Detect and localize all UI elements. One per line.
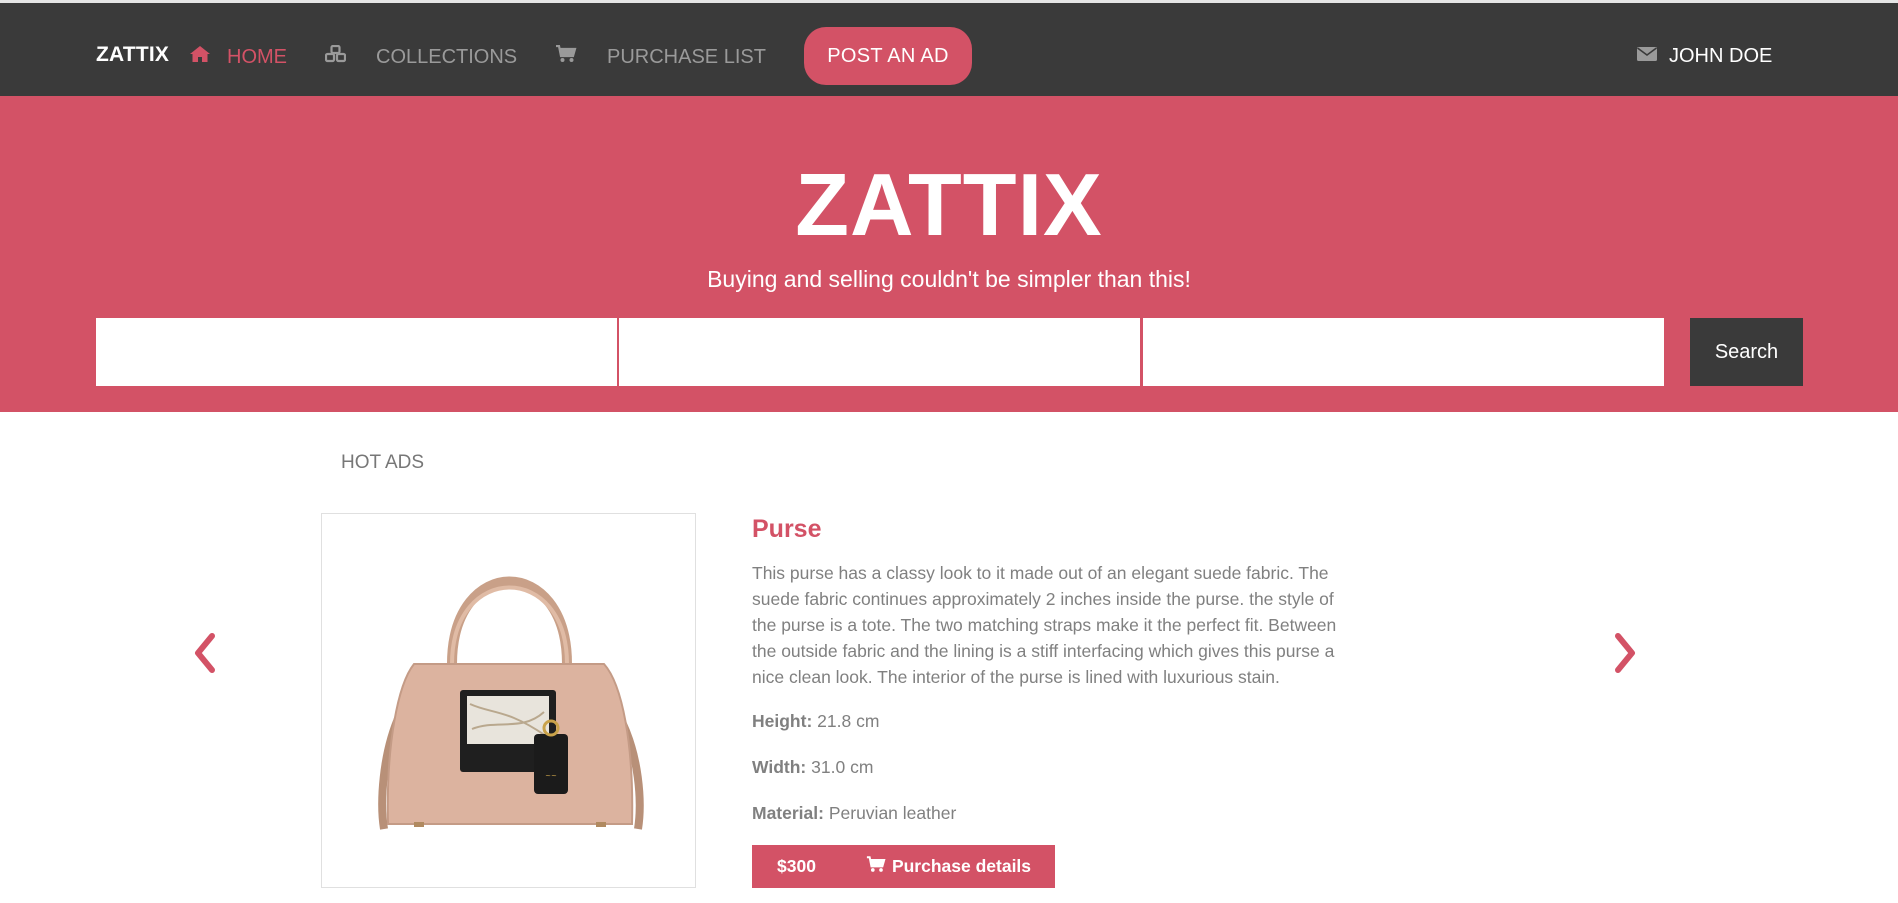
search-field-3[interactable] [1143,318,1664,386]
search-field-1[interactable] [96,318,617,386]
cart-icon [866,855,886,878]
spec-label: Width: [752,757,807,777]
purchase-details-button[interactable]: Purchase details [866,855,1032,878]
nav-item-purchase-list[interactable]: PURCHASE LIST [555,44,766,69]
purse-image: ~~ [378,576,644,830]
search-field-2[interactable] [619,318,1140,386]
product-image[interactable]: ~~ [321,513,696,888]
carousel-prev-arrow[interactable] [190,632,220,674]
spec-value: 31.0 cm [811,757,874,777]
nav-item-home[interactable]: HOME [189,45,287,69]
spec-height: Height: 21.8 cm [752,711,879,732]
cubes-icon [324,44,347,69]
nav-item-label: HOME [227,45,287,68]
spec-label: Height: [752,711,813,731]
svg-text:~~: ~~ [545,772,557,780]
section-title-hot-ads: HOT ADS [341,452,425,473]
user-name: JOHN DOE [1669,45,1773,67]
brand-logo[interactable]: ZATTIX [96,43,169,67]
spec-value: Peruvian leather [828,803,957,823]
top-navbar: ZATTIX HOME COLLECTIONS PURCHASE LIST PO… [0,0,1898,96]
hero-banner: ZATTIX Buying and selling couldn't be si… [0,96,1898,412]
search-button[interactable]: Search [1690,318,1803,386]
carousel-next-arrow[interactable] [1610,632,1640,674]
spec-width: Width: 31.0 cm [752,757,873,778]
hero-title: ZATTIX [795,155,1103,254]
spec-label: Material: [752,803,824,823]
nav-item-label: COLLECTIONS [376,45,518,68]
spec-material: Material: Peruvian leather [752,803,956,824]
product-title[interactable]: Purse [752,515,821,544]
home-icon [189,45,211,69]
nav-item-collections[interactable]: COLLECTIONS [324,44,518,69]
post-ad-button[interactable]: POST AN AD [804,27,972,85]
price-label: $300 [777,856,816,876]
purchase-details-label: Purchase details [891,856,1032,876]
cart-icon [555,44,577,69]
spec-value: 21.8 cm [817,711,880,731]
nav-item-label: PURCHASE LIST [607,45,766,68]
chevron-right-icon [1615,633,1635,673]
product-description: This purse has a classy look to it made … [752,563,1337,687]
user-menu[interactable]: JOHN DOE [1637,45,1772,68]
hero-subtitle: Buying and selling couldn't be simpler t… [707,266,1191,292]
purchase-bar[interactable]: $300 Purchase details [752,845,1055,888]
envelope-icon [1637,45,1657,68]
chevron-left-icon [195,633,215,673]
